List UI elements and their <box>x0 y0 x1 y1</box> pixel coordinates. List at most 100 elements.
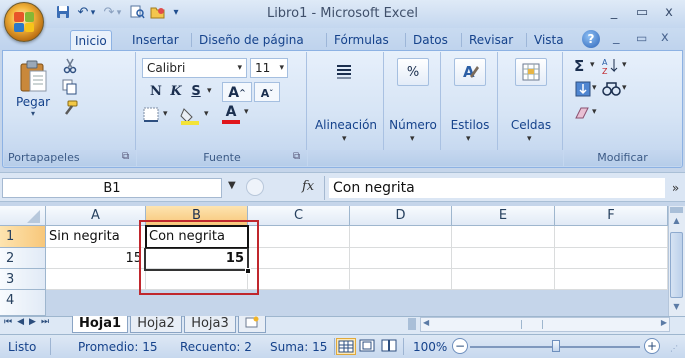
underline-dropdown-icon[interactable]: ▾ <box>207 86 212 96</box>
tab-revisar[interactable]: Revisar <box>465 30 517 50</box>
font-launcher-icon[interactable]: ⧉ <box>293 151 300 162</box>
minimize-workbook-button[interactable]: _ <box>613 30 620 45</box>
column-header-d[interactable]: D <box>350 206 452 226</box>
scroll-right-arrow-icon[interactable]: ▶ <box>661 318 667 327</box>
tab-inicio[interactable]: Inicio <box>70 30 112 51</box>
row-header-2[interactable]: 2 <box>0 248 46 269</box>
font-name-combo[interactable]: Calibri ▾ <box>142 58 247 78</box>
clear-icon[interactable] <box>574 104 592 122</box>
resize-grip-icon[interactable]: ⋰ <box>670 344 678 353</box>
cell-c1[interactable] <box>248 226 350 248</box>
grow-font-button[interactable]: A^ <box>222 82 252 102</box>
name-box[interactable]: B1 <box>2 178 222 198</box>
clipboard-launcher-icon[interactable]: ⧉ <box>122 151 129 162</box>
cell-c3[interactable] <box>248 269 350 290</box>
tab-vista[interactable]: Vista <box>530 30 568 50</box>
percent-icon[interactable]: % <box>397 58 429 86</box>
tab-split-handle[interactable] <box>408 318 416 330</box>
number-button[interactable]: Número <box>385 118 441 132</box>
bold-button[interactable]: N <box>147 84 165 99</box>
close-workbook-button[interactable]: x <box>661 30 669 45</box>
cut-icon[interactable] <box>60 57 80 75</box>
cell-f2[interactable] <box>555 248 668 269</box>
office-logo-icon <box>14 12 34 32</box>
font-size-combo[interactable]: 11 ▾ <box>250 58 288 78</box>
minimize-window-button[interactable]: _ <box>602 4 626 22</box>
cells-icon[interactable] <box>515 58 547 86</box>
office-button[interactable] <box>4 2 44 42</box>
alignment-icon[interactable] <box>330 58 358 84</box>
column-header-e[interactable]: E <box>452 206 555 226</box>
find-select-icon[interactable] <box>602 79 622 99</box>
row-header-3[interactable]: 3 <box>0 269 46 290</box>
cell-c2[interactable] <box>248 248 350 269</box>
copy-icon[interactable] <box>60 78 80 96</box>
sheet-tab-hoja1[interactable]: Hoja1 <box>72 316 128 333</box>
styles-button[interactable]: Estilos <box>442 118 498 132</box>
column-header-f[interactable]: F <box>555 206 668 226</box>
cell-e1[interactable] <box>452 226 555 248</box>
borders-button[interactable]: ▾ <box>143 107 173 125</box>
cell-a2[interactable]: 15 <box>46 248 146 269</box>
zoom-in-button[interactable]: + <box>644 338 660 354</box>
sort-filter-icon[interactable]: AZ <box>600 56 622 76</box>
column-header-c[interactable]: C <box>248 206 350 226</box>
normal-view-button[interactable] <box>336 338 356 355</box>
close-window-button[interactable]: x <box>657 4 681 22</box>
help-icon[interactable]: ? <box>582 30 600 48</box>
shrink-font-button[interactable]: Aˇ <box>254 82 280 102</box>
autosum-icon[interactable]: Σ <box>574 57 584 75</box>
cell-f1[interactable] <box>555 226 668 248</box>
format-painter-icon[interactable] <box>60 99 80 117</box>
expand-formula-bar-button[interactable]: » <box>668 176 683 200</box>
italic-button[interactable]: K <box>167 84 185 99</box>
name-box-dropdown-icon[interactable]: ▼ <box>228 180 236 191</box>
cell-a1[interactable]: Sin negrita <box>46 226 146 248</box>
select-all-corner[interactable] <box>0 206 46 226</box>
page-break-icon <box>381 339 397 352</box>
sheet-tab-hoja2[interactable]: Hoja2 <box>130 316 182 333</box>
zoom-slider-thumb[interactable] <box>552 340 560 352</box>
cell-f3[interactable] <box>555 269 668 290</box>
alignment-button[interactable]: Alineación <box>308 118 384 132</box>
font-color-button[interactable]: A ▾ <box>222 105 258 125</box>
sheet-nav-arrows-icon[interactable]: ⏮◀▶⏭ <box>4 317 54 327</box>
formula-input[interactable]: Con negrita <box>329 178 665 198</box>
cell-d1[interactable] <box>350 226 452 248</box>
scroll-up-arrow-icon[interactable]: ▲ <box>669 214 684 228</box>
fill-down-icon[interactable] <box>574 80 592 98</box>
page-break-view-button[interactable] <box>380 338 400 355</box>
tab-datos[interactable]: Datos <box>409 30 452 50</box>
styles-icon[interactable]: A <box>454 58 486 86</box>
fill-color-button[interactable]: ▾ <box>180 107 216 125</box>
tab-formulas[interactable]: Fórmulas <box>330 30 393 50</box>
scroll-down-arrow-icon[interactable]: ▼ <box>669 300 684 314</box>
cell-d3[interactable] <box>350 269 452 290</box>
horizontal-scrollbar[interactable]: ◀ ▶ <box>420 317 670 332</box>
zoom-level[interactable]: 100% <box>413 339 447 355</box>
window-title: Libro1 - Microsoft Excel <box>266 6 419 21</box>
restore-workbook-button[interactable]: ▭ <box>636 31 647 45</box>
insert-sheet-button[interactable] <box>238 316 266 333</box>
tab-diseno-de-pagina[interactable]: Diseño de página <box>195 30 308 50</box>
insert-function-button[interactable]: fx <box>302 179 314 194</box>
cells-button[interactable]: Celdas <box>499 118 563 132</box>
underline-button[interactable]: S <box>187 84 205 99</box>
cell-e2[interactable] <box>452 248 555 269</box>
row-header-4[interactable]: 4 <box>0 290 46 316</box>
cell-a3[interactable] <box>46 269 146 290</box>
cell-e3[interactable] <box>452 269 555 290</box>
sheet-tab-hoja3[interactable]: Hoja3 <box>184 316 236 333</box>
restore-window-button[interactable]: ▭ <box>630 4 654 22</box>
status-mode: Listo <box>8 340 37 354</box>
row-header-1[interactable]: 1 <box>0 226 46 248</box>
split-box[interactable] <box>670 207 683 213</box>
scroll-left-arrow-icon[interactable]: ◀ <box>423 318 429 327</box>
cell-d2[interactable] <box>350 248 452 269</box>
column-header-a[interactable]: A <box>46 206 146 226</box>
paste-button[interactable]: Pegar ▾ <box>12 58 54 118</box>
vertical-scroll-thumb[interactable] <box>670 232 683 298</box>
page-layout-view-button[interactable] <box>358 338 378 355</box>
tab-insertar[interactable]: Insertar <box>128 30 183 50</box>
zoom-out-button[interactable]: − <box>452 338 468 354</box>
